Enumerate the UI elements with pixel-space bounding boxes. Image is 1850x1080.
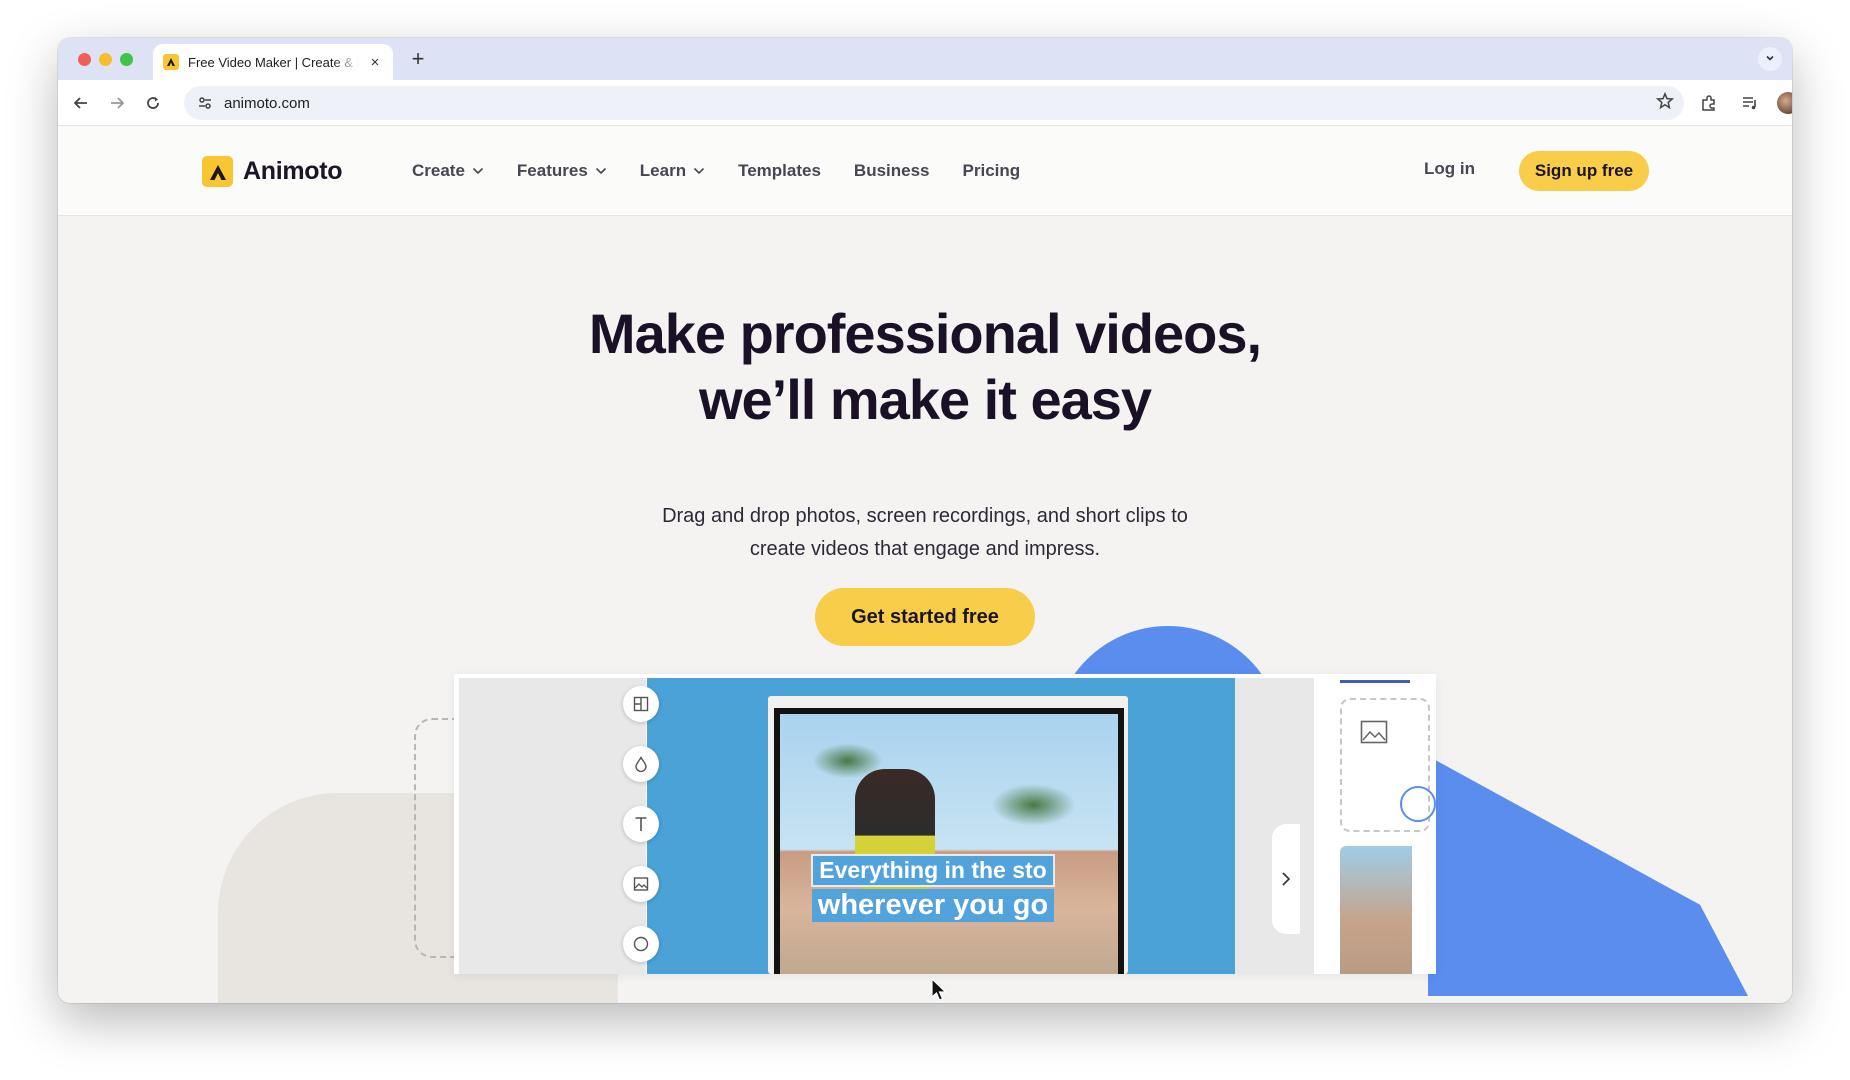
nav-create[interactable]: Create — [412, 161, 484, 181]
browser-tab-active[interactable]: Free Video Maker | Create & Edit × — [153, 44, 393, 80]
animoto-logo[interactable]: Animoto — [202, 156, 343, 187]
nav-features[interactable]: Features — [517, 161, 607, 181]
video-caption[interactable]: Everything in the sto wherever you go — [788, 854, 1078, 922]
image-placeholder-icon — [1360, 720, 1388, 749]
headline-line-1: Make professional videos, — [588, 302, 1262, 365]
tab-strip: Free Video Maker | Create & Edit × + — [58, 38, 1792, 80]
browser-toolbar: animoto.com — [58, 80, 1792, 126]
url-text: animoto.com — [224, 94, 310, 112]
media-drop-zone[interactable] — [1340, 698, 1436, 832]
get-started-button[interactable]: Get started free — [815, 588, 1035, 646]
video-photo — [774, 708, 1124, 974]
main-nav: Create Features Learn Templates Business… — [412, 126, 1053, 216]
text-icon[interactable] — [623, 806, 659, 842]
bookmark-star-icon[interactable] — [1655, 91, 1675, 115]
browser-window: Free Video Maker | Create & Edit × + ani… — [58, 38, 1792, 1003]
photo-frame: Everything in the sto wherever you go — [768, 696, 1128, 974]
profile-avatar[interactable] — [1773, 88, 1792, 118]
editor-right-gutter — [1235, 678, 1314, 974]
forward-arrow-icon[interactable] — [102, 88, 132, 118]
color-drop-icon[interactable] — [623, 746, 659, 782]
hero-headline: Make professional videos, we’ll make it … — [58, 301, 1792, 433]
media-controls-icon[interactable] — [1735, 88, 1765, 118]
login-link[interactable]: Log in — [1424, 159, 1475, 179]
nav-business[interactable]: Business — [854, 161, 930, 181]
editor-left-gutter — [459, 678, 646, 974]
chevron-down-icon — [472, 167, 484, 175]
image-icon[interactable] — [623, 866, 659, 902]
maximize-window-button[interactable] — [120, 53, 133, 66]
chevron-down-icon — [595, 167, 607, 175]
animoto-favicon-icon — [163, 54, 179, 70]
page-content: Animoto Create Features Learn Templates … — [58, 126, 1792, 1003]
photo-scene — [780, 714, 1118, 974]
hero-subhead: Drag and drop photos, screen recordings,… — [58, 500, 1792, 566]
video-editor-preview: Everything in the sto wherever you go — [454, 674, 1436, 974]
site-settings-icon[interactable] — [190, 95, 220, 111]
close-window-button[interactable] — [78, 53, 91, 66]
avatar — [1777, 92, 1792, 114]
chevron-right-icon[interactable] — [1272, 824, 1300, 934]
nav-learn-label: Learn — [639, 161, 687, 180]
signup-button[interactable]: Sign up free — [1519, 151, 1649, 191]
tab-search-chevron-icon[interactable] — [1758, 47, 1782, 71]
decorative-blue-shape-right — [1428, 756, 1748, 996]
panel-tab-indicator — [1340, 680, 1410, 683]
subhead-line-2: create videos that engage and impress. — [749, 538, 1101, 560]
site-header: Animoto Create Features Learn Templates … — [58, 126, 1792, 216]
reload-icon[interactable] — [138, 88, 168, 118]
headline-line-2: we’ll make it easy — [698, 368, 1152, 431]
subhead-line-1: Drag and drop photos, screen recordings,… — [662, 505, 1188, 527]
back-arrow-icon[interactable] — [66, 88, 96, 118]
nav-pricing[interactable]: Pricing — [963, 161, 1021, 181]
editor-toolbar — [623, 686, 659, 986]
nav-features-label: Features — [516, 161, 588, 180]
animoto-logo-icon — [202, 156, 233, 187]
editor-canvas: Everything in the sto wherever you go — [647, 678, 1235, 974]
nav-learn[interactable]: Learn — [640, 161, 705, 181]
layout-icon[interactable] — [623, 686, 659, 722]
caption-line-1: Everything in the sto — [811, 854, 1055, 887]
caption-line-2: wherever you go — [811, 889, 1055, 922]
upload-progress-circle — [1400, 786, 1436, 822]
sticker-icon[interactable] — [623, 926, 659, 962]
nav-templates[interactable]: Templates — [738, 161, 821, 181]
address-bar[interactable]: animoto.com — [184, 86, 1684, 120]
tab-close-icon[interactable]: × — [367, 54, 383, 71]
minimize-window-button[interactable] — [99, 53, 112, 66]
chevron-down-icon — [693, 167, 705, 175]
media-side-panel — [1314, 674, 1436, 974]
nav-create-label: Create — [412, 161, 465, 180]
logo-text: Animoto — [243, 157, 343, 185]
new-tab-button[interactable]: + — [405, 46, 431, 72]
media-thumbnail[interactable] — [1340, 846, 1412, 974]
mouse-cursor-icon — [930, 977, 948, 1003]
extensions-puzzle-icon[interactable] — [1694, 88, 1724, 118]
tab-title: Free Video Maker | Create & Edit — [188, 54, 359, 70]
